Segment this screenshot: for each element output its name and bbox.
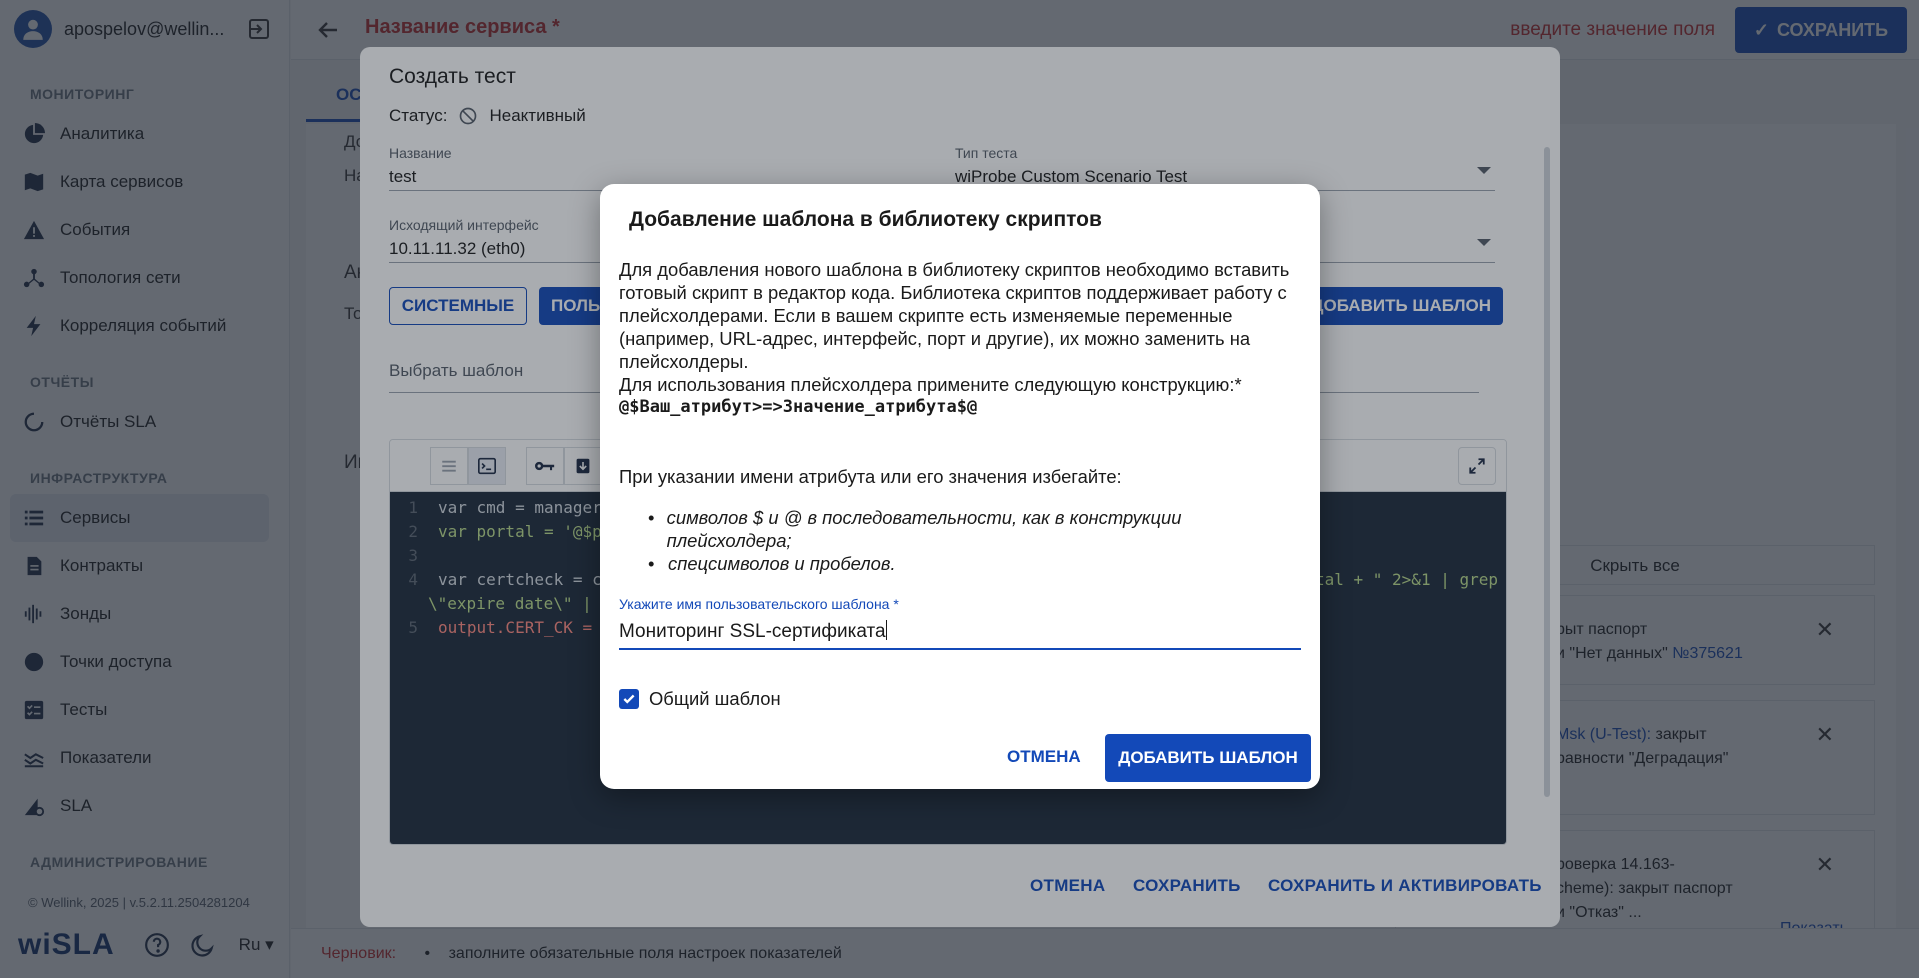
text-cursor (885, 620, 887, 640)
template-name-label: Укажите имя пользовательского шаблона * (619, 596, 899, 612)
dialog-cancel-button[interactable]: ОТМЕНА (1007, 747, 1081, 767)
list-item: • символов $ и @ в последовательности, ка… (648, 506, 1268, 552)
dialog-title: Добавление шаблона в библиотеку скриптов (629, 208, 1102, 231)
dialog-description: Для добавления нового шаблона в библиоте… (619, 258, 1299, 419)
list-item-text: символов $ и @ в последовательности, как… (666, 507, 1182, 551)
placeholder-construct: @$Ваш_атрибут>=>Значение_атрибута$@ (619, 397, 978, 417)
checkbox-checked-icon[interactable] (619, 689, 639, 709)
add-template-dialog: Добавление шаблона в библиотеку скриптов… (600, 184, 1320, 789)
shared-template-checkbox-row[interactable]: Общий шаблон (619, 688, 781, 710)
dialog-add-template-button[interactable]: ДОБАВИТЬ ШАБЛОН (1105, 734, 1311, 782)
template-name-field[interactable]: Укажите имя пользовательского шаблона * … (619, 596, 1301, 650)
checkbox-label: Общий шаблон (649, 688, 781, 709)
avoid-heading: При указании имени атрибута или его знач… (619, 466, 1122, 487)
template-name-input[interactable]: Мониторинг SSL-сертификата (619, 620, 1301, 643)
description-paragraph: Для добавления нового шаблона в библиоте… (619, 259, 1290, 372)
list-item-text: спецсимволов и пробелов. (668, 553, 896, 574)
template-name-value: Мониторинг SSL-сертификата (619, 621, 886, 642)
description-paragraph: Для использования плейсхолдера примените… (619, 374, 1242, 395)
avoid-list: • символов $ и @ в последовательности, ка… (648, 506, 1268, 575)
list-item: • спецсимволов и пробелов. (648, 553, 896, 574)
